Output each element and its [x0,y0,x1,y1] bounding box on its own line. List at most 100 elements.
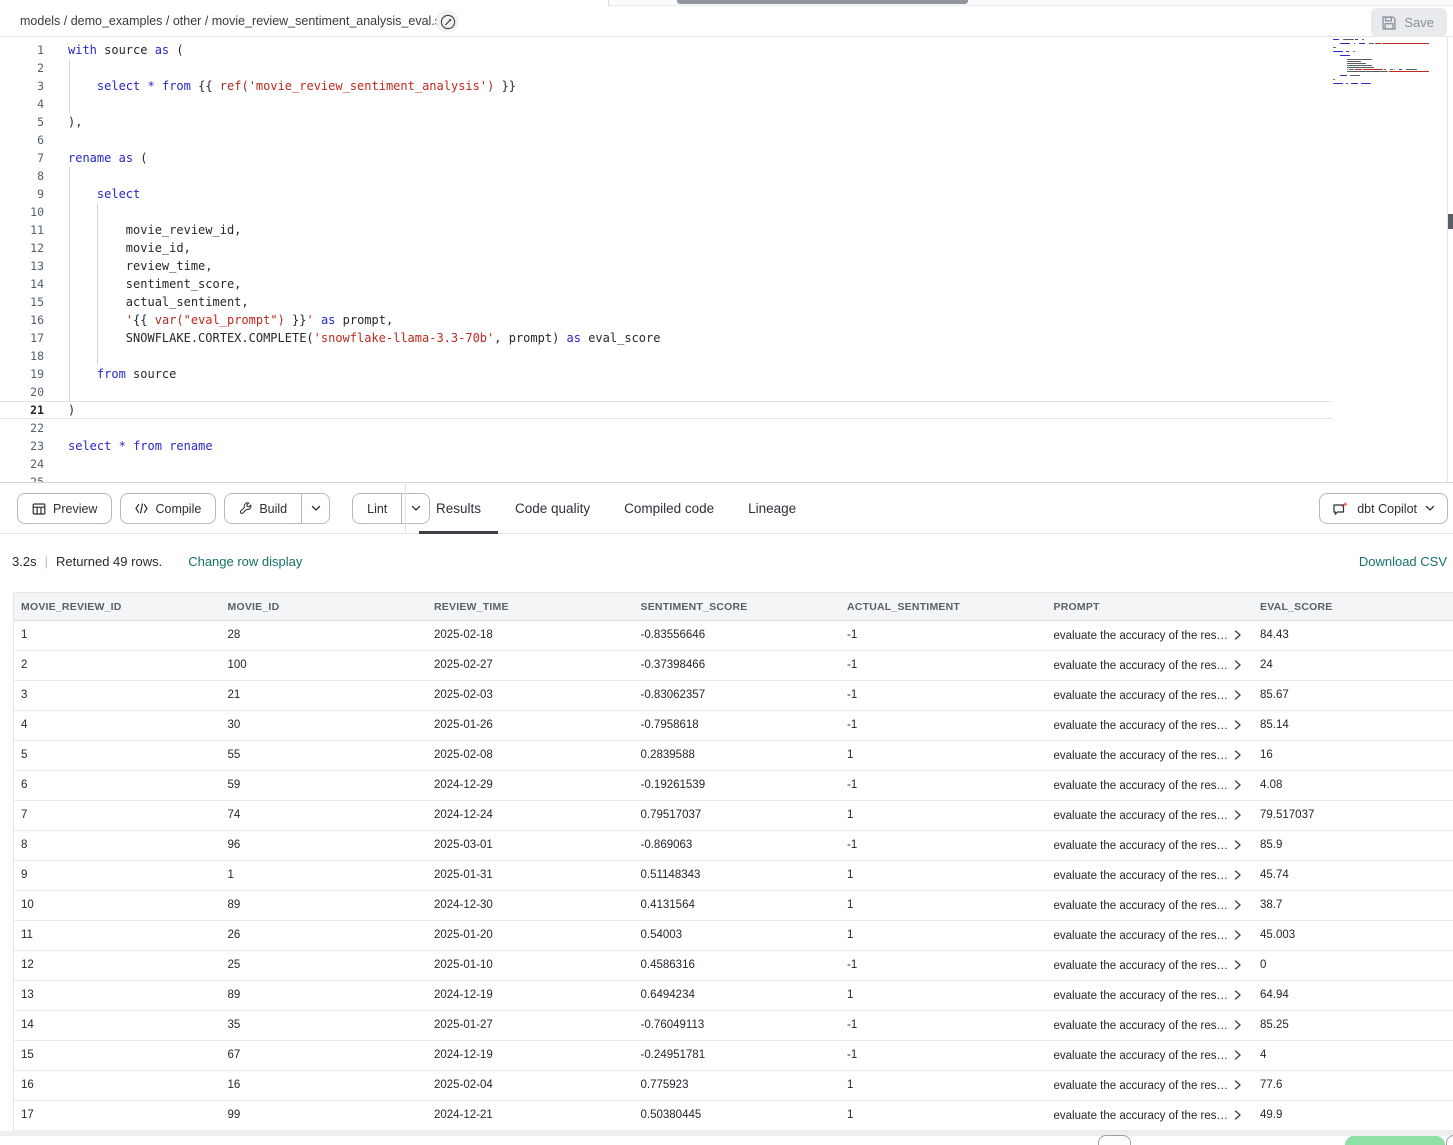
build-dropdown-chevron[interactable] [301,494,329,523]
code-line: 19 from source [0,365,1428,383]
tab-compiled-code[interactable]: Compiled code [607,483,731,534]
table-cell: 2024-12-19 [427,981,634,1010]
table-cell: 0.4586316 [634,951,841,980]
table-cell: 2024-12-19 [427,1041,634,1070]
download-csv-link[interactable]: Download CSV [1359,554,1447,569]
results-tabs: ResultsCode qualityCompiled codeLineage [419,483,813,534]
prompt-cell-expand[interactable]: evaluate the accuracy of the res… [1047,1101,1254,1130]
minimap[interactable] [1333,39,1429,97]
prompt-cell-expand[interactable]: evaluate the accuracy of the res… [1047,861,1254,890]
table-row: 912025-01-310.511483431evaluate the accu… [14,861,1453,891]
table-cell: 6 [14,771,221,800]
prompt-cell-expand[interactable]: evaluate the accuracy of the res… [1047,681,1254,710]
table-row: 3212025-02-03-0.83062357-1evaluate the a… [14,681,1453,711]
bottom-right-button[interactable] [1446,1135,1453,1145]
floppy-disk-icon [1381,15,1397,31]
line-number: 21 [0,401,44,419]
change-row-display-link[interactable]: Change row display [188,554,302,569]
line-number: 9 [0,185,44,203]
tab-code-quality[interactable]: Code quality [498,483,607,534]
table-row: 12252025-01-100.4586316-1evaluate the ac… [14,951,1453,981]
compile-label: Compile [155,502,201,516]
tab-results[interactable]: Results [419,483,498,534]
build-button[interactable]: Build [225,494,301,523]
table-cell: 2025-02-03 [427,681,634,710]
table-cell: 1 [221,861,428,890]
table-cell: -1 [840,1041,1047,1070]
table-cell: 67 [221,1041,428,1070]
prompt-cell-expand[interactable]: evaluate the accuracy of the res… [1047,831,1254,860]
code-line: 7rename as ( [0,149,1428,167]
code-lines: 1with source as (23 select * from {{ ref… [0,41,1428,483]
prompt-cell-expand[interactable]: evaluate the accuracy of the res… [1047,1041,1254,1070]
table-cell: 0.79517037 [634,801,841,830]
table-cell: 1 [840,861,1047,890]
prompt-cell-expand[interactable]: evaluate the accuracy of the res… [1047,801,1254,830]
table-cell: 2025-02-18 [427,621,634,650]
table-cell: 2024-12-24 [427,801,634,830]
line-number: 14 [0,275,44,293]
build-split-button: Build [224,493,330,524]
save-button[interactable]: Save [1371,8,1447,37]
table-cell: -1 [840,831,1047,860]
tab-lineage[interactable]: Lineage [731,483,813,534]
line-number: 24 [0,455,44,473]
dbt-copilot-button[interactable]: dbt Copilot [1319,493,1448,524]
table-cell: 1 [14,621,221,650]
prompt-cell-expand[interactable]: evaluate the accuracy of the res… [1047,1011,1254,1040]
table-cell: 1 [840,1071,1047,1100]
prompt-cell-expand[interactable]: evaluate the accuracy of the res… [1047,621,1254,650]
compile-button[interactable]: Compile [120,493,216,524]
sql-code-editor[interactable]: 1with source as (23 select * from {{ ref… [0,37,1453,482]
table-cell: 2025-02-27 [427,651,634,680]
prompt-cell-expand[interactable]: evaluate the accuracy of the res… [1047,771,1254,800]
table-cell: 49.9 [1253,1101,1453,1130]
code-line: 4 [0,95,1428,113]
line-number: 10 [0,203,44,221]
prompt-cell-expand[interactable]: evaluate the accuracy of the res… [1047,1071,1254,1100]
table-cell: 2024-12-29 [427,771,634,800]
status-separator: | [45,554,48,569]
prompt-cell-expand[interactable]: evaluate the accuracy of the res… [1047,651,1254,680]
editor-scrollbar-track [1447,37,1448,482]
bottom-partial-button[interactable] [1098,1135,1131,1145]
code-line: 22 [0,419,1428,437]
table-cell: 2025-01-27 [427,1011,634,1040]
table-cell: 12 [14,951,221,980]
table-row: 6592024-12-29-0.19261539-1evaluate the a… [14,771,1453,801]
code-line: 13 review_time, [0,257,1428,275]
table-cell: -1 [840,951,1047,980]
prompt-cell-expand[interactable]: evaluate the accuracy of the res… [1047,981,1254,1010]
preview-button[interactable]: Preview [17,493,112,524]
breadcrumb: models / demo_examples / other / movie_r… [20,6,451,36]
save-label: Save [1404,15,1434,30]
prompt-cell-expand[interactable]: evaluate the accuracy of the res… [1047,921,1254,950]
table-cell: 16 [1253,741,1453,770]
table-cell: 3 [14,681,221,710]
results-status-bar: 3.2s | Returned 49 rows. Change row disp… [0,534,1453,592]
table-cell: 0.4131564 [634,891,841,920]
column-header-review_time: REVIEW_TIME [427,593,634,620]
table-cell: 2025-02-04 [427,1071,634,1100]
table-scrollbar-track [0,1131,1453,1136]
table-cell: 55 [221,741,428,770]
table-cell: -0.7958618 [634,711,841,740]
bottom-bar [0,1131,1453,1145]
table-cell: 96 [221,831,428,860]
bottom-green-button[interactable] [1345,1136,1445,1145]
table-row: 10892024-12-300.41315641evaluate the acc… [14,891,1453,921]
prompt-cell-expand[interactable]: evaluate the accuracy of the res… [1047,891,1254,920]
table-cell: 16 [14,1071,221,1100]
table-cell: 10 [14,891,221,920]
lint-button[interactable]: Lint [353,494,401,523]
table-cell: 2025-02-08 [427,741,634,770]
prompt-cell-expand[interactable]: evaluate the accuracy of the res… [1047,741,1254,770]
top-scroll-indicator [677,0,968,4]
build-label: Build [259,502,287,516]
table-row: 16162025-02-040.7759231evaluate the accu… [14,1071,1453,1101]
prompt-cell-expand[interactable]: evaluate the accuracy of the res… [1047,951,1254,980]
editor-scrollbar-thumb[interactable] [1448,214,1453,229]
code-line: 14 sentiment_score, [0,275,1428,293]
table-cell: 35 [221,1011,428,1040]
prompt-cell-expand[interactable]: evaluate the accuracy of the res… [1047,711,1254,740]
